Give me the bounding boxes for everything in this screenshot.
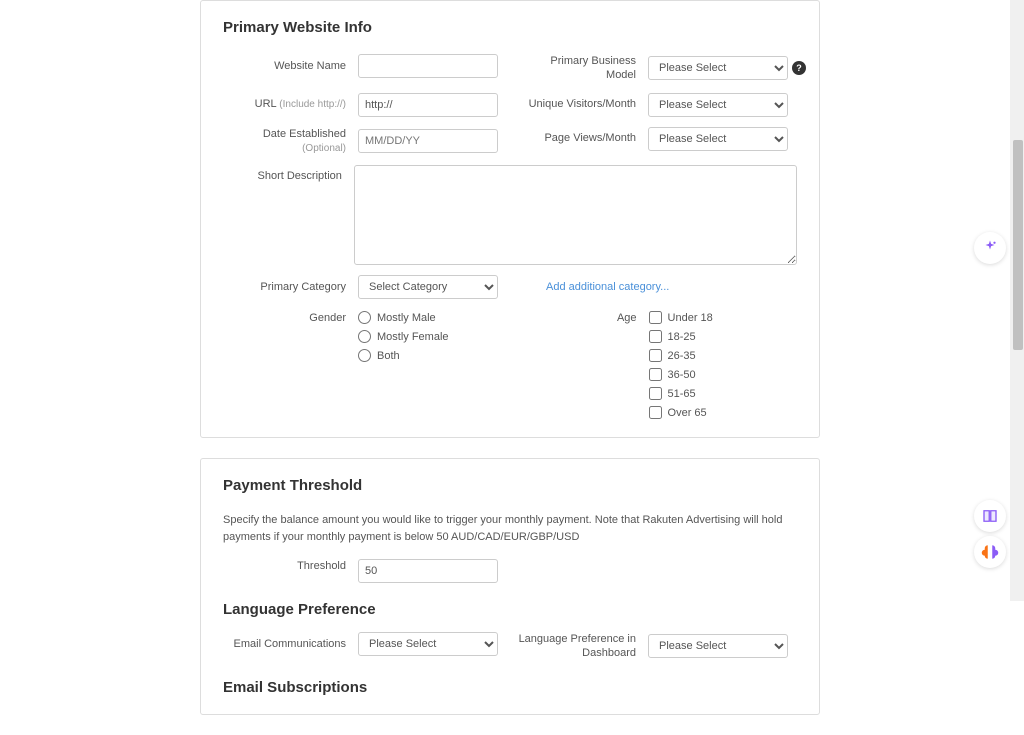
primary-website-info-title: Primary Website Info <box>223 19 797 36</box>
email-subscriptions-title: Email Subscriptions <box>223 679 797 696</box>
email-communications-label: Email Communications <box>223 637 358 651</box>
book-icon[interactable] <box>974 500 1006 532</box>
gender-radio-group: Mostly Male Mostly Female Both <box>358 309 449 362</box>
payment-language-panel: Payment Threshold Specify the balance am… <box>200 458 820 715</box>
page-views-select[interactable]: Please Select <box>648 127 788 151</box>
url-input[interactable] <box>358 93 498 117</box>
age-option[interactable]: Under 18 <box>649 311 713 324</box>
scrollbar[interactable] <box>1010 0 1024 601</box>
age-label: Age <box>589 309 649 325</box>
brain-icon[interactable] <box>974 536 1006 568</box>
business-model-select[interactable]: Please Select <box>648 56 788 80</box>
website-name-input[interactable] <box>358 54 498 78</box>
gender-option[interactable]: Mostly Male <box>358 311 449 324</box>
url-label: URL (Include http://) <box>223 97 358 111</box>
primary-category-label: Primary Category <box>223 280 358 294</box>
age-option[interactable]: 36-50 <box>649 368 713 381</box>
business-model-label: Primary Business Model <box>518 54 648 83</box>
threshold-label: Threshold <box>223 559 358 573</box>
email-communications-select[interactable]: Please Select <box>358 632 498 656</box>
gender-option[interactable]: Both <box>358 349 449 362</box>
threshold-input[interactable] <box>358 559 498 583</box>
age-option[interactable]: 18-25 <box>649 330 713 343</box>
unique-visitors-select[interactable]: Please Select <box>648 93 788 117</box>
language-preference-title: Language Preference <box>223 601 797 618</box>
gender-label: Gender <box>223 309 358 325</box>
primary-category-select[interactable]: Select Category <box>358 275 498 299</box>
short-description-label: Short Description <box>223 165 354 183</box>
gender-option[interactable]: Mostly Female <box>358 330 449 343</box>
help-icon[interactable]: ? <box>792 61 806 75</box>
dashboard-language-select[interactable]: Please Select <box>648 634 788 658</box>
add-category-link[interactable]: Add additional category... <box>546 281 669 293</box>
short-description-textarea[interactable] <box>354 165 797 265</box>
page-views-label: Page Views/Month <box>518 131 648 145</box>
age-option[interactable]: Over 65 <box>649 406 713 419</box>
age-option[interactable]: 26-35 <box>649 349 713 362</box>
sparkle-icon[interactable] <box>974 232 1006 264</box>
dashboard-language-label: Language Preference in Dashboard <box>518 632 648 661</box>
scrollbar-thumb[interactable] <box>1013 140 1023 350</box>
website-name-label: Website Name <box>223 59 358 73</box>
date-established-label: Date Established (Optional) <box>223 127 358 156</box>
payment-threshold-description: Specify the balance amount you would lik… <box>223 512 797 545</box>
age-check-group: Under 18 18-25 26-35 36-50 51-65 Over 65 <box>649 309 713 419</box>
payment-threshold-title: Payment Threshold <box>223 477 797 494</box>
date-established-input[interactable] <box>358 129 498 153</box>
unique-visitors-label: Unique Visitors/Month <box>518 97 648 111</box>
age-option[interactable]: 51-65 <box>649 387 713 400</box>
primary-website-info-panel: Primary Website Info Website Name Primar… <box>200 0 820 438</box>
